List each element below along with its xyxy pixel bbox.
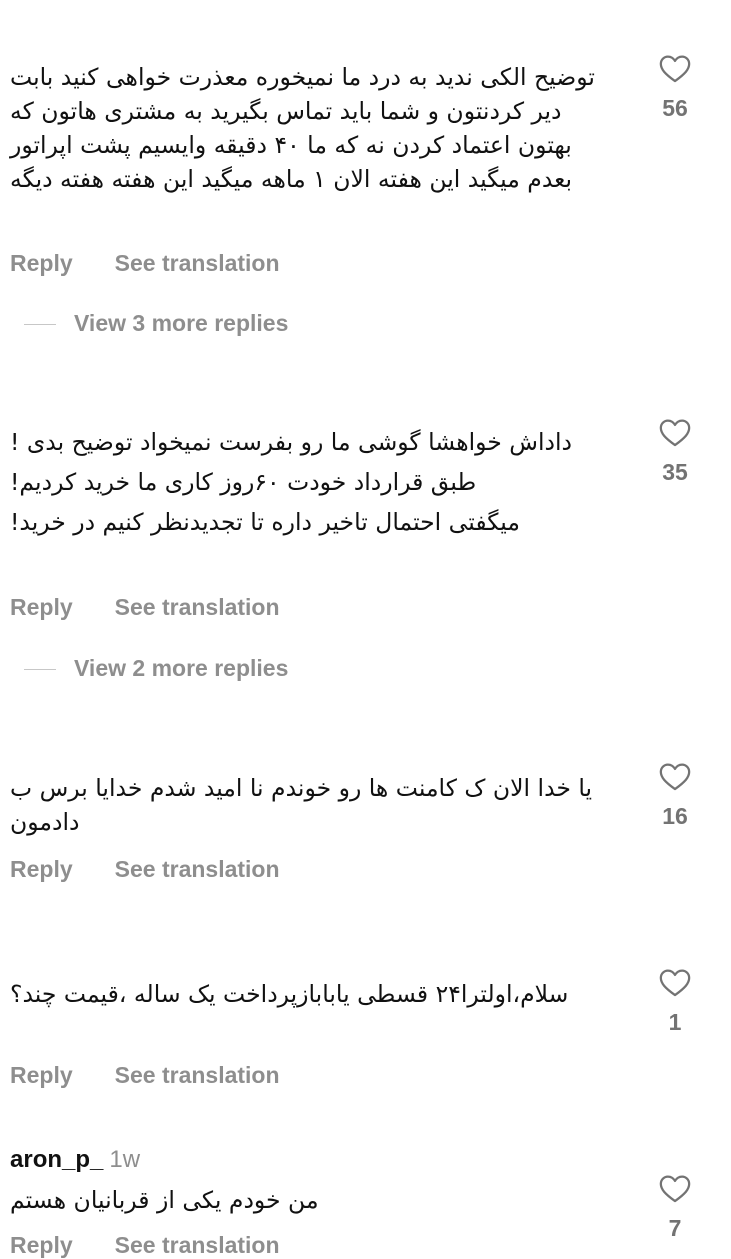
comment-line: یا خدا الان ک کامنت ها رو خوندم نا امید …	[10, 774, 593, 836]
view-more-replies-label: View 2 more replies	[74, 655, 289, 681]
like-count: 56	[662, 95, 688, 121]
like-count: 7	[668, 1215, 682, 1241]
comment-username-clipped[interactable]	[10, 948, 310, 956]
comment-username-clipped[interactable]	[10, 40, 310, 48]
comment-actions: Reply See translation	[10, 1231, 280, 1259]
heart-icon	[659, 969, 691, 997]
comment-timestamp: 1w	[109, 1146, 141, 1173]
comment-text: داداش خواهشا گوشی ما رو بفرست نمیخواد تو…	[10, 425, 620, 539]
see-translation-button[interactable]: See translation	[115, 249, 280, 277]
like-count: 16	[662, 803, 688, 829]
heart-icon	[659, 1175, 691, 1203]
comment-header: aron_p_ 1w	[10, 1146, 140, 1174]
view-more-replies[interactable]: View 2 more replies	[24, 654, 288, 682]
comment-actions: Reply See translation	[10, 855, 280, 883]
view-more-replies[interactable]: View 3 more replies	[24, 309, 288, 337]
comment-actions: Reply See translation	[10, 249, 280, 277]
see-translation-button[interactable]: See translation	[115, 1061, 280, 1089]
like-button[interactable]: 1	[652, 966, 698, 1036]
like-button[interactable]: 16	[652, 760, 698, 830]
like-button[interactable]: 56	[652, 52, 698, 122]
reply-button[interactable]: Reply	[10, 1231, 73, 1259]
username-link[interactable]: aron_p_	[10, 1146, 103, 1173]
like-count: 35	[662, 459, 688, 485]
comment-line: میگفتی احتمال تاخیر داره تا تجدیدنظر کنی…	[10, 508, 520, 536]
comment-actions: Reply See translation	[10, 593, 280, 621]
comment-line: سلام،اولترا۲۴ قسطی یابابازپرداخت یک ساله…	[10, 980, 569, 1008]
heart-icon	[659, 419, 691, 447]
comment-line: من خودم یکی از قربانیان هستم	[10, 1186, 319, 1214]
comment-text: یا خدا الان ک کامنت ها رو خوندم نا امید …	[10, 771, 620, 839]
comment-line: توضیح الکی ندید به درد ما نمیخوره معذرت …	[10, 63, 595, 193]
like-button[interactable]: 7	[652, 1172, 698, 1242]
heart-icon	[659, 763, 691, 791]
heart-icon	[659, 55, 691, 83]
comment-username-clipped[interactable]	[10, 742, 310, 750]
reply-button[interactable]: Reply	[10, 1061, 73, 1089]
replies-divider	[24, 669, 56, 671]
see-translation-button[interactable]: See translation	[115, 855, 280, 883]
comment-actions: Reply See translation	[10, 1061, 280, 1089]
comment-text: من خودم یکی از قربانیان هستم	[10, 1183, 620, 1217]
view-more-replies-label: View 3 more replies	[74, 310, 289, 336]
reply-button[interactable]: Reply	[10, 855, 73, 883]
comment-line: طبق قرارداد خودت ۶۰روز کاری ما خرید کردی…	[10, 468, 477, 496]
comment-line: داداش خواهشا گوشی ما رو بفرست نمیخواد تو…	[10, 428, 572, 456]
see-translation-button[interactable]: See translation	[115, 1231, 280, 1259]
comment-text: توضیح الکی ندید به درد ما نمیخوره معذرت …	[10, 60, 620, 196]
see-translation-button[interactable]: See translation	[115, 593, 280, 621]
replies-divider	[24, 324, 56, 326]
reply-button[interactable]: Reply	[10, 593, 73, 621]
like-button[interactable]: 35	[652, 416, 698, 486]
reply-button[interactable]: Reply	[10, 249, 73, 277]
comment-username-clipped[interactable]	[10, 406, 310, 414]
like-count: 1	[668, 1009, 682, 1035]
comment-text: سلام،اولترا۲۴ قسطی یابابازپرداخت یک ساله…	[10, 977, 620, 1011]
